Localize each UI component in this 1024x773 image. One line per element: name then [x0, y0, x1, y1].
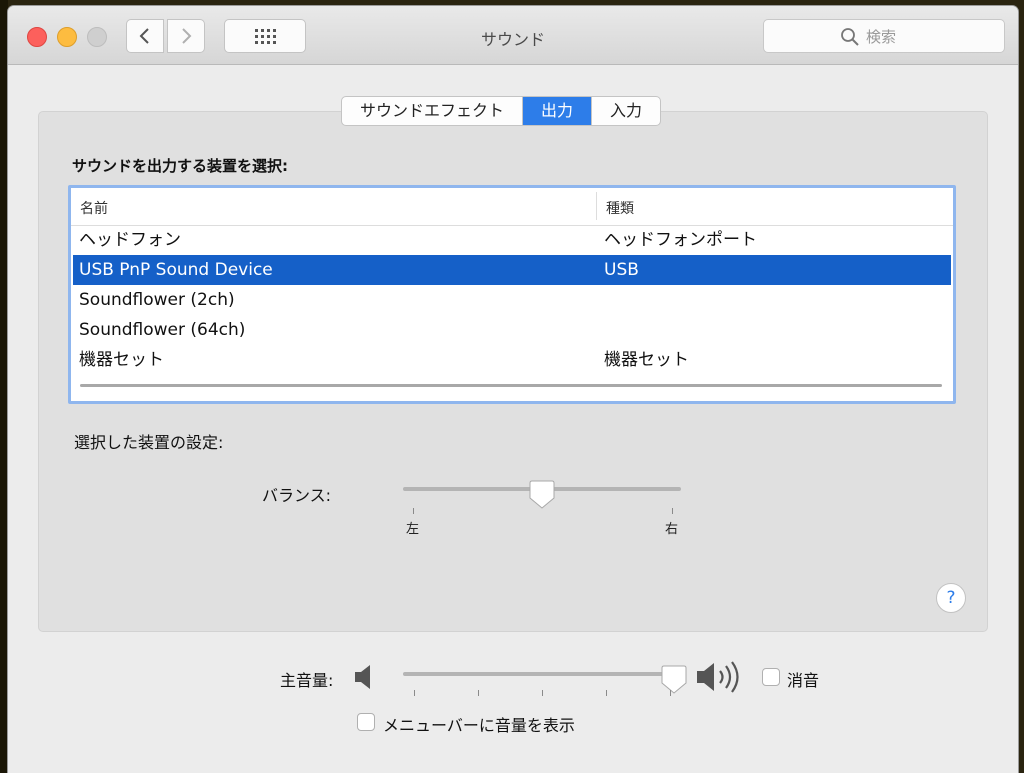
output-device-heading: サウンドを出力する装置を選択: [72, 157, 289, 175]
device-name: Soundflower (2ch) [79, 290, 235, 310]
table-row-selected[interactable]: USB PnP Sound Device USB [73, 255, 951, 285]
output-device-table[interactable]: 名前 種類 ヘッドフォン ヘッドフォンポート USB PnP Sound Dev… [68, 185, 956, 404]
device-type: ヘッドフォンポート [604, 230, 757, 250]
show-volume-in-menubar-checkbox[interactable] [357, 713, 375, 731]
search-input[interactable] [864, 25, 988, 49]
device-settings-heading: 選択した装置の設定: [74, 433, 224, 452]
balance-tick-left [413, 508, 414, 514]
speaker-low-icon [355, 665, 370, 689]
volume-slider-track[interactable] [403, 672, 685, 676]
volume-tick [606, 690, 607, 696]
tab-output[interactable]: 出力 [523, 97, 593, 125]
mute-label: 消音 [787, 671, 820, 690]
column-divider [596, 192, 597, 220]
table-row[interactable]: ヘッドフォン ヘッドフォンポート [73, 225, 951, 255]
title-bar: サウンド [8, 6, 1018, 65]
search-field[interactable] [763, 19, 1005, 53]
output-volume-label: 主音量: [280, 671, 334, 690]
mute-checkbox[interactable] [762, 668, 780, 686]
background-desktop [0, 0, 8, 773]
tab-input[interactable]: 入力 [592, 97, 660, 125]
table-row[interactable]: Soundflower (2ch) [73, 285, 951, 315]
horizontal-scrollbar[interactable] [80, 384, 942, 387]
balance-left-label: 左 [406, 522, 420, 537]
table-row[interactable]: 機器セット 機器セット [73, 345, 951, 375]
balance-label: バランス: [262, 486, 332, 505]
help-button[interactable]: ? [936, 583, 966, 613]
tab-sound-effects[interactable]: サウンドエフェクト [342, 97, 524, 125]
volume-slider-knob[interactable] [661, 665, 687, 695]
tab-bar: サウンドエフェクト 出力 入力 [341, 96, 662, 126]
speaker-high-icon [697, 661, 739, 693]
table-header: 名前 種類 [71, 188, 953, 226]
balance-right-label: 右 [665, 522, 679, 537]
column-header-name[interactable]: 名前 [80, 198, 108, 218]
device-name: USB PnP Sound Device [79, 260, 273, 280]
volume-tick [670, 690, 671, 696]
device-name: ヘッドフォン [79, 230, 181, 250]
volume-tick [414, 690, 415, 696]
sound-preferences-window: サウンド サウンドエフェクト 出力 入力 サウンドを出力する装置を選択: 名前 … [8, 6, 1018, 773]
device-type: 機器セット [604, 350, 689, 370]
show-volume-in-menubar-label: メニューバーに音量を表示 [383, 716, 575, 735]
balance-tick-right [672, 508, 673, 514]
column-header-type[interactable]: 種類 [606, 198, 634, 218]
volume-tick [542, 690, 543, 696]
table-row[interactable]: Soundflower (64ch) [73, 315, 951, 345]
device-name: 機器セット [79, 350, 164, 370]
device-name: Soundflower (64ch) [79, 320, 246, 340]
volume-tick [478, 690, 479, 696]
device-type: USB [604, 260, 639, 280]
search-icon [841, 28, 859, 46]
balance-slider-knob[interactable] [529, 480, 555, 510]
